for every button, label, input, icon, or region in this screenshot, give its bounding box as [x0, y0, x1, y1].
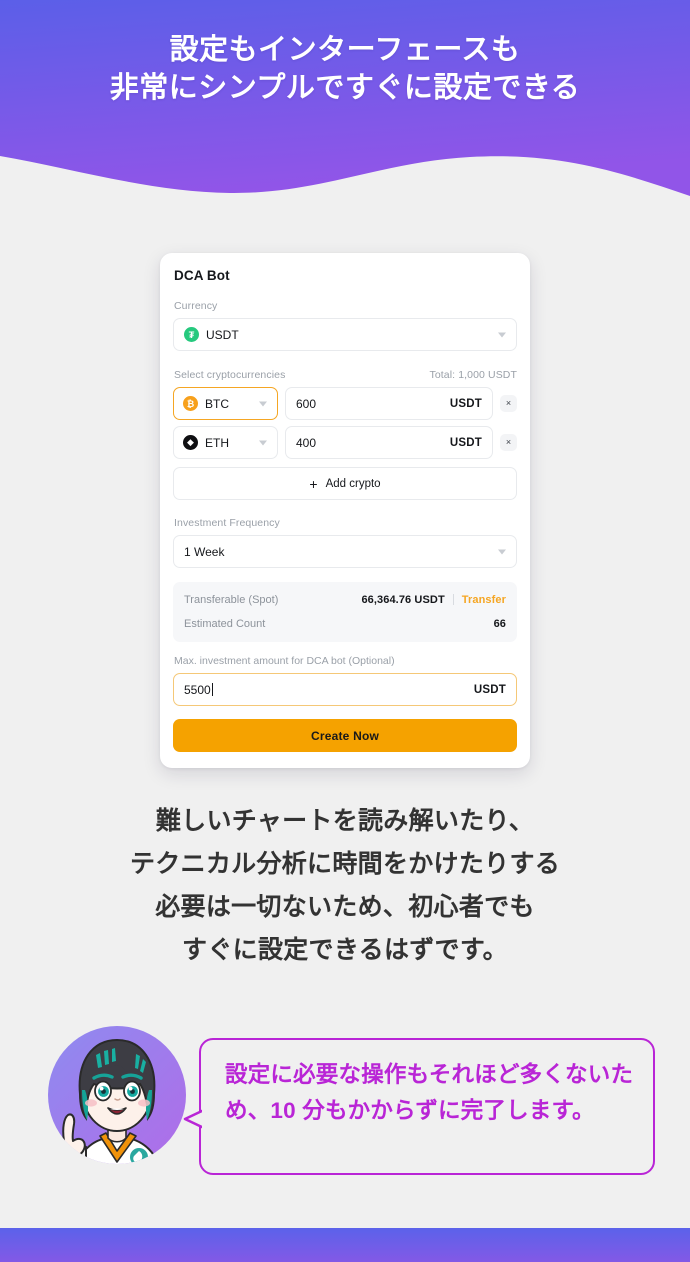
balance-info-panel: Transferable (Spot) 66,364.76 USDT Trans…	[173, 582, 517, 642]
transferable-row: Transferable (Spot) 66,364.76 USDT Trans…	[184, 591, 506, 608]
tether-coin-icon: ₮	[184, 327, 199, 342]
estimated-count-row: Estimated Count 66	[184, 615, 506, 632]
hero-title: 設定もインターフェースも 非常にシンプルですぐに設定できる	[0, 31, 690, 107]
transferable-label: Transferable (Spot)	[184, 593, 279, 606]
table-row: ◆ ETH 400 USDT ×	[173, 426, 517, 459]
footer-band	[0, 1228, 690, 1262]
transferable-right: 66,364.76 USDT Transfer	[361, 594, 506, 606]
investment-frequency-value: 1 Week	[184, 544, 225, 559]
create-now-button[interactable]: Create Now	[173, 719, 517, 752]
amount-value-btc: 600	[296, 396, 317, 411]
card-title: DCA Bot	[174, 268, 230, 283]
max-investment-value-wrap: 5500	[184, 683, 213, 697]
crypto-symbol-eth: ETH	[205, 435, 229, 450]
chevron-down-icon	[259, 440, 267, 445]
amount-input-btc[interactable]: 600 USDT	[285, 387, 493, 420]
hero-banner: 設定もインターフェースも 非常にシンプルですぐに設定できる	[0, 0, 690, 200]
add-crypto-label: Add crypto	[325, 477, 381, 490]
bitcoin-coin-icon: ₿	[183, 396, 198, 411]
amount-unit-btc: USDT	[449, 397, 482, 410]
chevron-down-icon	[259, 401, 267, 406]
max-investment-value: 5500	[184, 682, 211, 697]
body-copy-line-2: テクニカル分析に時間をかけたりする	[129, 850, 561, 878]
speech-bubble-tail	[183, 1092, 206, 1138]
currency-label: Currency	[174, 300, 218, 312]
chevron-down-icon	[498, 332, 506, 337]
investment-frequency-label: Investment Frequency	[174, 517, 280, 529]
table-row: ₿ BTC 600 USDT ×	[173, 387, 517, 420]
amount-unit-eth: USDT	[449, 436, 482, 449]
crypto-total-value: Total: 1,000 USDT	[429, 369, 517, 381]
max-investment-unit: USDT	[473, 683, 506, 696]
text-caret	[211, 683, 213, 696]
crypto-select-eth[interactable]: ◆ ETH	[173, 426, 278, 459]
select-cryptocurrencies-label: Select cryptocurrencies	[174, 369, 286, 381]
dca-bot-card: DCA Bot Currency ₮ USDT Select cryptocur…	[160, 253, 530, 768]
crypto-section-header: Select cryptocurrencies Total: 1,000 USD…	[173, 369, 517, 381]
max-investment-input[interactable]: 5500 USDT	[173, 673, 517, 706]
estimated-count-label: Estimated Count	[184, 617, 266, 630]
add-crypto-button[interactable]: + Add crypto	[173, 467, 517, 500]
plus-icon: +	[309, 475, 318, 492]
currency-value: USDT	[206, 327, 239, 342]
transfer-link[interactable]: Transfer	[462, 594, 506, 606]
chevron-down-icon	[498, 549, 506, 554]
investment-frequency-select[interactable]: 1 Week	[173, 535, 517, 568]
max-investment-label: Max. investment amount for DCA bot (Opti…	[174, 655, 395, 667]
crypto-symbol-btc: BTC	[205, 396, 229, 411]
ethereum-coin-icon: ◆	[183, 435, 198, 450]
amount-value-eth: 400	[296, 435, 317, 450]
speech-bubble-text: 設定に必要な操作もそれほど多くないため、10 分もかからずに完了します。	[225, 1062, 634, 1123]
estimated-count-value: 66	[493, 617, 506, 630]
close-icon[interactable]: ×	[500, 395, 517, 412]
divider	[452, 594, 454, 605]
body-copy-line-3: 必要は一切ないため、初心者でも	[155, 893, 535, 921]
amount-input-eth[interactable]: 400 USDT	[285, 426, 493, 459]
hero-title-line-1: 設定もインターフェースも	[169, 34, 521, 66]
crypto-select-btc[interactable]: ₿ BTC	[173, 387, 278, 420]
close-icon[interactable]: ×	[500, 434, 517, 451]
body-copy: 難しいチャートを読み解いたり、 テクニカル分析に時間をかけたりする 必要は一切な…	[0, 800, 690, 972]
speech-bubble: 設定に必要な操作もそれほど多くないため、10 分もかからずに完了します。	[183, 1038, 655, 1175]
body-copy-line-1: 難しいチャートを読み解いたり、	[155, 807, 535, 835]
hero-title-line-2: 非常にシンプルですぐに設定できる	[109, 72, 581, 104]
currency-select[interactable]: ₮ USDT	[173, 318, 517, 351]
avatar	[48, 1026, 193, 1171]
transferable-value: 66,364.76 USDT	[361, 593, 445, 606]
body-copy-line-4: すぐに設定できるはずです。	[182, 936, 508, 964]
page-root: 設定もインターフェースも 非常にシンプルですぐに設定できる DCA Bot Cu…	[0, 0, 690, 1262]
